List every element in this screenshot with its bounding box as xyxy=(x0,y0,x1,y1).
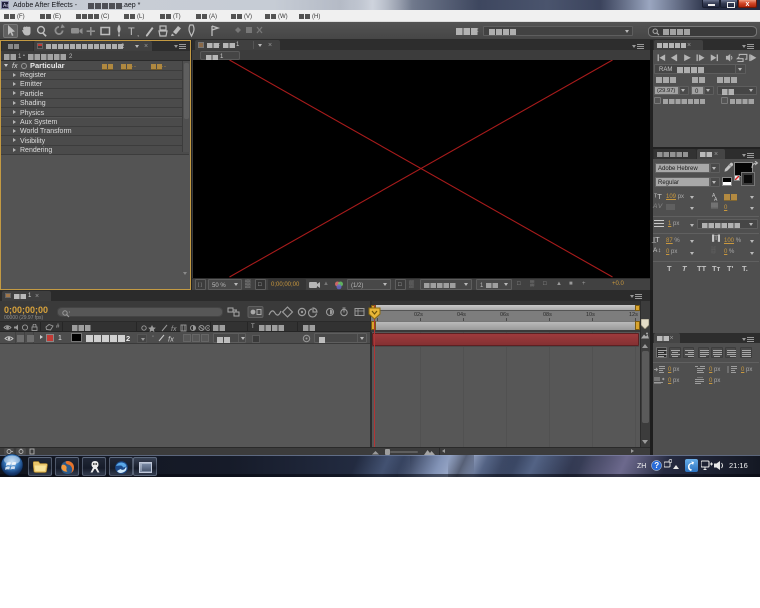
svg-text:?: ? xyxy=(654,461,659,470)
svg-text:A: A xyxy=(714,197,718,201)
svg-text:fx: fx xyxy=(171,326,177,332)
svg-text:fx: fx xyxy=(168,335,174,343)
svg-text:,: , xyxy=(137,29,139,38)
svg-text:T: T xyxy=(128,26,135,38)
